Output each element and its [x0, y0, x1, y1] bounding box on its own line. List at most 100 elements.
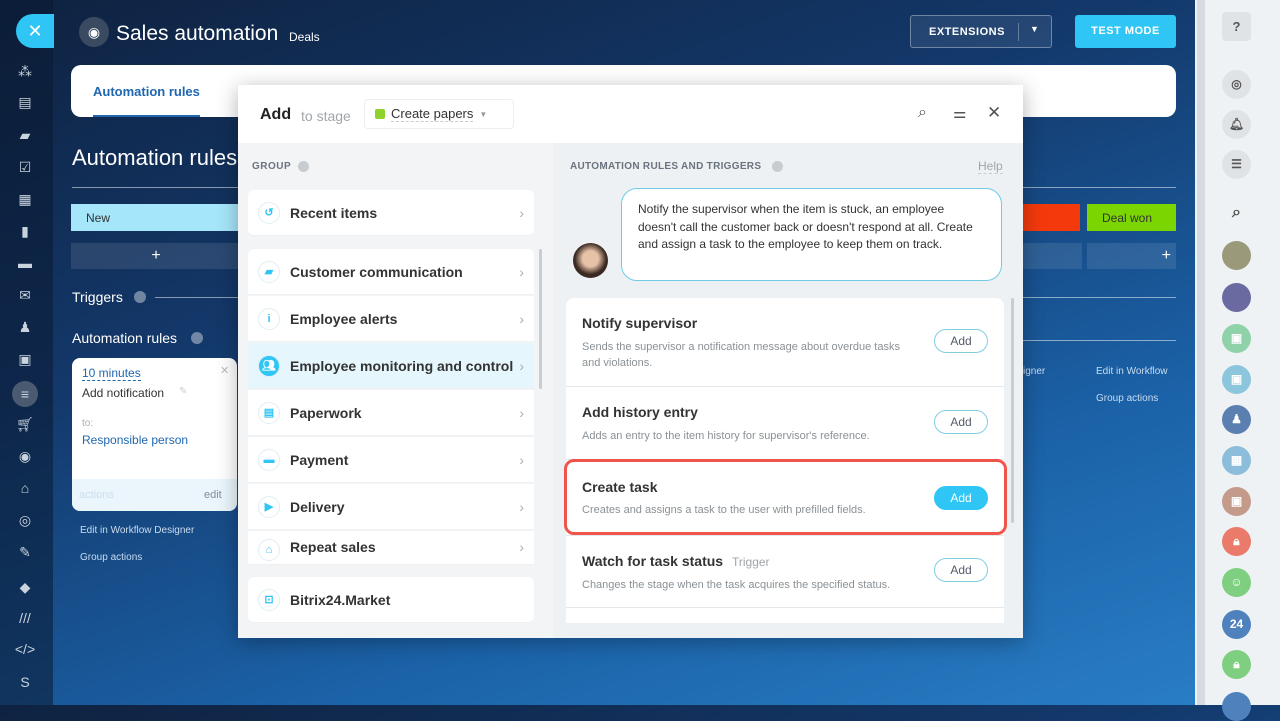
- cart-icon[interactable]: 🛒︎: [14, 413, 36, 435]
- group-employee-alerts[interactable]: i Employee alerts ›: [248, 296, 534, 342]
- help-icon[interactable]: [134, 291, 146, 303]
- lock-icon[interactable]: 🔒︎: [1222, 650, 1251, 679]
- section-title: Automation rules: [72, 145, 238, 170]
- add-button[interactable]: Add: [934, 558, 988, 582]
- search-icon[interactable]: ⌕: [1222, 198, 1251, 227]
- stage-name: Create papers: [391, 106, 474, 122]
- rule-watch-task-status[interactable]: Watch for task status Trigger Changes th…: [566, 536, 1004, 608]
- group-actions-link[interactable]: Group actions: [80, 552, 142, 563]
- s-icon[interactable]: S: [14, 671, 36, 693]
- stage-selector[interactable]: Create papers ▼: [364, 99, 514, 129]
- group-customer-communication[interactable]: ▰ Customer communication ›: [248, 249, 534, 295]
- rule-title: Notify supervisor: [582, 315, 698, 331]
- group-panel: GROUP ↺ Recent items › ▰ Customer communica…: [238, 143, 553, 638]
- chat-icon[interactable]: ☰: [1222, 150, 1251, 179]
- groups-icon[interactable]: ♟: [14, 316, 36, 338]
- lock-icon[interactable]: 🔒︎: [1222, 527, 1251, 556]
- contact-card-icon[interactable]: ▣: [1222, 324, 1251, 353]
- bitrix24-icon[interactable]: [1222, 692, 1251, 721]
- automation-rule-card[interactable]: 10 minutes ✕ Add notification ✎ to: Resp…: [72, 358, 237, 511]
- calendar-icon[interactable]: ▦: [14, 188, 36, 210]
- rule-description: Sends the supervisor a notification mess…: [582, 341, 900, 369]
- add-rule-button[interactable]: +: [1087, 243, 1176, 269]
- group-recent-items[interactable]: ↺ Recent items ›: [248, 190, 534, 236]
- help-icon[interactable]: [772, 161, 783, 172]
- target-icon[interactable]: ◎: [14, 509, 36, 531]
- divider: [1022, 297, 1176, 298]
- edit-in-designer-link[interactable]: Edit in Workflow: [1096, 366, 1168, 377]
- group-employee-monitoring[interactable]: 👥︎ Employee monitoring and control ›: [248, 343, 534, 389]
- group-label: Customer communication: [290, 263, 463, 280]
- close-icon[interactable]: ✕: [220, 364, 229, 377]
- close-icon[interactable]: ✕: [987, 103, 1001, 123]
- help-icon[interactable]: ?: [1222, 12, 1251, 41]
- group-payment[interactable]: ▬ Payment ›: [248, 437, 534, 483]
- docs-icon[interactable]: ▮: [14, 220, 36, 242]
- robot-icon[interactable]: ◉: [14, 445, 36, 467]
- edit-link[interactable]: edit: [204, 489, 222, 501]
- chevron-down-icon[interactable]: ▼: [1030, 24, 1039, 34]
- test-mode-button[interactable]: TEST MODE: [1075, 15, 1176, 48]
- drive-icon[interactable]: ▬: [14, 252, 36, 274]
- delay-link[interactable]: 10 minutes: [82, 366, 141, 381]
- info-icon: i: [258, 307, 280, 330]
- scrollbar[interactable]: [1197, 0, 1205, 705]
- chat-icon: ▰: [258, 260, 280, 283]
- bitrix24-icon[interactable]: 24: [1222, 610, 1251, 639]
- add-button[interactable]: Add: [934, 329, 988, 353]
- avatar[interactable]: [1222, 241, 1251, 270]
- scrollbar[interactable]: [1011, 298, 1014, 523]
- mail-icon[interactable]: ✉: [14, 284, 36, 306]
- group-chat-icon[interactable]: ♟: [1222, 405, 1251, 434]
- market-label: Bitrix24.Market: [290, 591, 391, 608]
- edit-in-designer-link[interactable]: Edit in Workflow Designer: [80, 525, 194, 536]
- help-icon[interactable]: [191, 332, 203, 344]
- page-title: Sales automation: [116, 22, 279, 45]
- close-icon[interactable]: ✕: [16, 14, 54, 48]
- group-actions-link[interactable]: Group actions: [1096, 393, 1158, 404]
- chat-icon[interactable]: ▰: [14, 124, 36, 146]
- rule-add-history-entry[interactable]: Add history entry Adds an entry to the i…: [566, 387, 1004, 460]
- contact-card-icon[interactable]: ▣: [1222, 487, 1251, 516]
- marketplace-icon[interactable]: ///: [14, 607, 36, 629]
- bitrix24-market[interactable]: ⊡ Bitrix24.Market: [248, 577, 534, 623]
- user-icon[interactable]: ☺: [1222, 568, 1251, 597]
- edit-in-designer-link[interactable]: igner: [1023, 366, 1045, 377]
- group-repeat-sales[interactable]: ⌂ Repeat sales ›: [248, 531, 534, 565]
- extensions-button[interactable]: EXTENSIONS ▼: [910, 15, 1052, 48]
- sites-icon[interactable]: ⁂: [14, 60, 36, 82]
- crm-funnel-icon[interactable]: ≡: [12, 381, 38, 407]
- help-icon[interactable]: [298, 161, 309, 172]
- chevron-right-icon: ›: [519, 451, 524, 468]
- chevron-right-icon: ›: [519, 357, 524, 374]
- avatar[interactable]: [1222, 283, 1251, 312]
- chevron-right-icon: ›: [519, 404, 524, 421]
- add-button[interactable]: Add: [934, 410, 988, 434]
- stage-won[interactable]: Deal won: [1087, 204, 1176, 231]
- group-delivery[interactable]: ▶ Delivery ›: [248, 484, 534, 530]
- contact-card-icon[interactable]: ▣: [1222, 365, 1251, 394]
- rule-notify-supervisor[interactable]: Notify supervisor Sends the supervisor a…: [566, 298, 1004, 387]
- sign-icon[interactable]: ✎: [14, 541, 36, 563]
- scrollbar[interactable]: [539, 249, 542, 389]
- feed-icon[interactable]: ▤: [14, 91, 36, 113]
- calendar-icon[interactable]: ▦: [1222, 446, 1251, 475]
- bell-icon[interactable]: 🔔︎: [1222, 110, 1251, 139]
- store-icon[interactable]: ⌂: [14, 477, 36, 499]
- copilot-icon[interactable]: ◎: [1222, 70, 1251, 99]
- to-label: to:: [82, 418, 94, 429]
- pencil-icon[interactable]: ✎: [179, 386, 187, 397]
- help-link[interactable]: Help: [978, 159, 1003, 174]
- search-icon[interactable]: ⌕: [918, 104, 927, 122]
- tab-automation-rules[interactable]: Automation rules: [93, 84, 200, 117]
- stage-new[interactable]: New: [71, 204, 241, 231]
- settings-sliders-icon[interactable]: ⚌: [953, 104, 966, 122]
- contacts-icon[interactable]: ▣: [14, 348, 36, 370]
- group-paperwork[interactable]: ▤ Paperwork ›: [248, 390, 534, 436]
- box-icon[interactable]: ◆: [14, 576, 36, 598]
- add-rule-button[interactable]: +: [71, 243, 241, 269]
- code-icon[interactable]: </>: [14, 638, 36, 660]
- entity-label: Deals: [289, 30, 320, 44]
- chevron-right-icon: ›: [519, 263, 524, 280]
- tasks-icon[interactable]: ☑: [14, 156, 36, 178]
